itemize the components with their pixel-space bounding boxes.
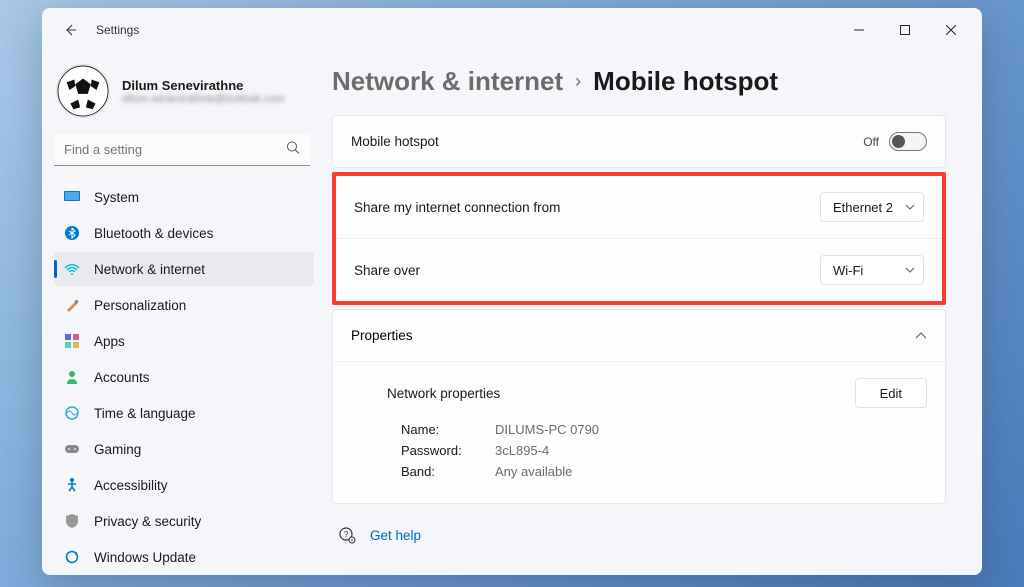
hotspot-toggle[interactable] bbox=[889, 132, 927, 151]
update-icon bbox=[64, 549, 80, 565]
hotspot-toggle-row[interactable]: Mobile hotspot Off bbox=[333, 116, 945, 167]
sidebar: Dilum Senevirathne dilum.senevirathne@ou… bbox=[42, 52, 322, 575]
network-icon bbox=[64, 261, 80, 277]
property-key: Password: bbox=[401, 443, 475, 458]
sidebar-item-label: Windows Update bbox=[94, 550, 196, 565]
user-email: dilum.senevirathne@outlook.com bbox=[122, 93, 285, 105]
avatar bbox=[56, 64, 110, 118]
sidebar-item-network[interactable]: Network & internet bbox=[54, 252, 314, 286]
sidebar-item-bluetooth[interactable]: Bluetooth & devices bbox=[54, 216, 314, 250]
time-icon bbox=[64, 405, 80, 421]
share-from-dropdown[interactable]: Ethernet 2 bbox=[820, 192, 924, 222]
help-row: ? Get help bbox=[332, 508, 946, 562]
help-icon: ? bbox=[338, 526, 356, 544]
gaming-icon bbox=[64, 441, 80, 457]
sidebar-item-label: Apps bbox=[94, 334, 125, 349]
property-key: Band: bbox=[401, 464, 475, 479]
svg-text:?: ? bbox=[344, 530, 349, 539]
minimize-icon bbox=[854, 25, 864, 35]
soccer-ball-icon bbox=[57, 65, 109, 117]
sidebar-item-system[interactable]: System bbox=[54, 180, 314, 214]
titlebar: Settings bbox=[42, 8, 982, 52]
system-icon bbox=[64, 189, 80, 205]
share-over-label: Share over bbox=[354, 263, 820, 278]
get-help-link[interactable]: Get help bbox=[370, 528, 421, 543]
chevron-down-icon bbox=[905, 267, 915, 273]
window-controls bbox=[836, 14, 974, 46]
chevron-right-icon: › bbox=[575, 71, 581, 92]
search-icon bbox=[286, 141, 300, 160]
sidebar-item-accessibility[interactable]: Accessibility bbox=[54, 468, 314, 502]
sidebar-item-label: Accounts bbox=[94, 370, 150, 385]
properties-body: Network properties Edit Name: DILUMS-PC … bbox=[333, 361, 945, 503]
property-band-row: Band: Any available bbox=[387, 464, 927, 479]
user-name: Dilum Senevirathne bbox=[122, 78, 285, 93]
close-icon bbox=[946, 25, 956, 35]
sidebar-item-privacy[interactable]: Privacy & security bbox=[54, 504, 314, 538]
properties-panel: Properties Network properties Edit Name:… bbox=[332, 309, 946, 504]
property-value: DILUMS-PC 0790 bbox=[495, 422, 599, 437]
properties-header-label: Properties bbox=[351, 328, 413, 343]
sidebar-item-accounts[interactable]: Accounts bbox=[54, 360, 314, 394]
app-title: Settings bbox=[96, 23, 139, 37]
share-over-row: Share over Wi-Fi bbox=[336, 238, 942, 301]
sidebar-item-label: System bbox=[94, 190, 139, 205]
hotspot-toggle-panel: Mobile hotspot Off bbox=[332, 115, 946, 168]
sidebar-item-apps[interactable]: Apps bbox=[54, 324, 314, 358]
properties-header[interactable]: Properties bbox=[333, 310, 945, 361]
sidebar-item-label: Gaming bbox=[94, 442, 141, 457]
arrow-left-icon bbox=[62, 22, 78, 38]
highlight-annotation: Share my internet connection from Ethern… bbox=[332, 172, 946, 305]
maximize-button[interactable] bbox=[882, 14, 928, 46]
edit-button[interactable]: Edit bbox=[855, 378, 927, 408]
close-button[interactable] bbox=[928, 14, 974, 46]
sidebar-item-label: Time & language bbox=[94, 406, 196, 421]
property-value: 3cL895-4 bbox=[495, 443, 549, 458]
share-over-dropdown[interactable]: Wi-Fi bbox=[820, 255, 924, 285]
search-wrap bbox=[54, 134, 310, 166]
property-name-row: Name: DILUMS-PC 0790 bbox=[387, 422, 927, 437]
maximize-icon bbox=[900, 25, 910, 35]
property-value: Any available bbox=[495, 464, 572, 479]
dropdown-value: Ethernet 2 bbox=[833, 200, 893, 215]
properties-title: Network properties bbox=[387, 386, 500, 401]
breadcrumb-parent[interactable]: Network & internet bbox=[332, 66, 563, 97]
settings-window: Settings bbox=[42, 8, 982, 575]
bluetooth-icon bbox=[64, 225, 80, 241]
user-profile[interactable]: Dilum Senevirathne dilum.senevirathne@ou… bbox=[54, 58, 314, 132]
chevron-down-icon bbox=[905, 204, 915, 210]
breadcrumb: Network & internet › Mobile hotspot bbox=[332, 66, 946, 97]
privacy-icon bbox=[64, 513, 80, 529]
property-password-row: Password: 3cL895-4 bbox=[387, 443, 927, 458]
page-title: Mobile hotspot bbox=[593, 66, 778, 97]
chevron-up-icon bbox=[915, 328, 927, 343]
accessibility-icon bbox=[64, 477, 80, 493]
apps-icon bbox=[64, 333, 80, 349]
sidebar-item-label: Bluetooth & devices bbox=[94, 226, 213, 241]
sidebar-item-update[interactable]: Windows Update bbox=[54, 540, 314, 574]
hotspot-label: Mobile hotspot bbox=[351, 134, 863, 149]
sidebar-item-label: Accessibility bbox=[94, 478, 168, 493]
minimize-button[interactable] bbox=[836, 14, 882, 46]
share-from-label: Share my internet connection from bbox=[354, 200, 820, 215]
sidebar-item-label: Personalization bbox=[94, 298, 186, 313]
sidebar-item-gaming[interactable]: Gaming bbox=[54, 432, 314, 466]
search-input[interactable] bbox=[54, 134, 310, 166]
sidebar-item-label: Privacy & security bbox=[94, 514, 201, 529]
toggle-knob bbox=[892, 135, 905, 148]
accounts-icon bbox=[64, 369, 80, 385]
share-from-row: Share my internet connection from Ethern… bbox=[336, 176, 942, 238]
dropdown-value: Wi-Fi bbox=[833, 263, 863, 278]
content: Network & internet › Mobile hotspot Mobi… bbox=[322, 52, 982, 575]
toggle-state-label: Off bbox=[863, 135, 879, 149]
nav: System Bluetooth & devices Network & int… bbox=[54, 180, 314, 574]
property-key: Name: bbox=[401, 422, 475, 437]
sidebar-item-personalization[interactable]: Personalization bbox=[54, 288, 314, 322]
sidebar-item-label: Network & internet bbox=[94, 262, 205, 277]
back-button[interactable] bbox=[50, 14, 90, 46]
personalization-icon bbox=[64, 297, 80, 313]
sidebar-item-time[interactable]: Time & language bbox=[54, 396, 314, 430]
